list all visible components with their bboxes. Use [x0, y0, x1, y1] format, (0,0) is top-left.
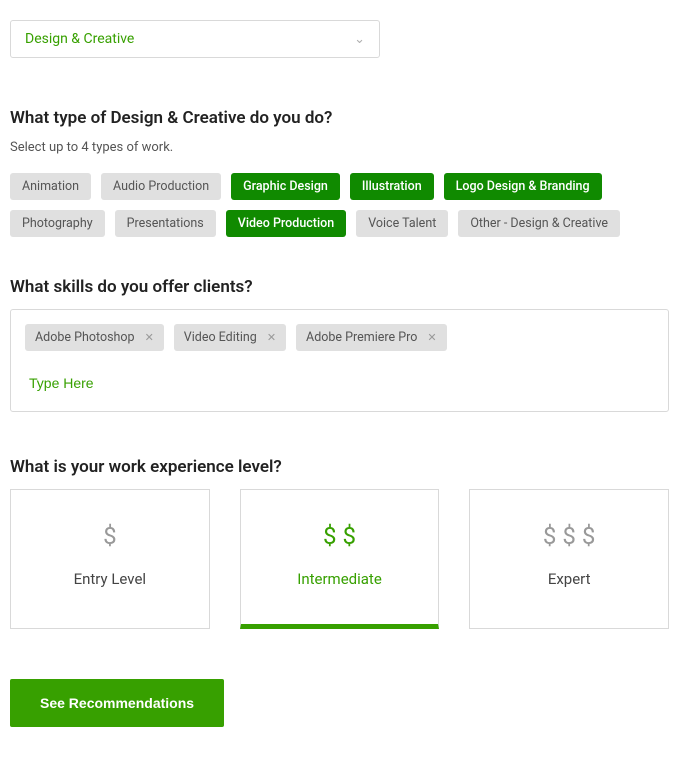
type-chip[interactable]: Audio Production [101, 173, 221, 200]
type-chip[interactable]: Illustration [350, 173, 434, 200]
see-recommendations-button[interactable]: See Recommendations [10, 679, 224, 727]
dropdown-label: Design & Creative [25, 31, 134, 47]
type-section-title: What type of Design & Creative do you do… [10, 108, 669, 128]
type-chip[interactable]: Animation [10, 173, 91, 200]
skill-tag[interactable]: Adobe Premiere Pro ✕ [296, 324, 447, 351]
type-chip[interactable]: Voice Talent [356, 210, 448, 237]
experience-label: Intermediate [251, 570, 429, 588]
experience-label: Entry Level [21, 570, 199, 588]
dollar-icon: $ [343, 522, 357, 550]
dollar-row: $ [21, 522, 199, 550]
experience-card[interactable]: $$$Expert [469, 489, 669, 629]
skill-tag[interactable]: Video Editing ✕ [174, 324, 286, 351]
type-chip[interactable]: Other - Design & Creative [458, 210, 620, 237]
dollar-icon: $ [323, 522, 337, 550]
dollar-icon: $ [562, 522, 576, 550]
type-chip[interactable]: Logo Design & Branding [444, 173, 602, 200]
experience-section-title: What is your work experience level? [10, 457, 669, 477]
type-section-subtext: Select up to 4 types of work. [10, 140, 669, 155]
type-chip[interactable]: Presentations [115, 210, 216, 237]
dollar-icon: $ [543, 522, 557, 550]
skills-tags-row: Adobe Photoshop✕Video Editing✕Adobe Prem… [25, 324, 654, 351]
skill-tag-label: Video Editing [184, 330, 257, 345]
skill-tag[interactable]: Adobe Photoshop ✕ [25, 324, 164, 351]
experience-card[interactable]: $ Entry Level [10, 489, 210, 629]
dollar-row: $$ [251, 522, 429, 550]
type-chip[interactable]: Graphic Design [231, 173, 340, 200]
dollar-icon: $ [103, 522, 117, 550]
skill-tag-label: Adobe Photoshop [35, 330, 135, 345]
category-dropdown[interactable]: Design & Creative ⌄ [10, 20, 380, 58]
skills-box[interactable]: Adobe Photoshop✕Video Editing✕Adobe Prem… [10, 309, 669, 412]
experience-label: Expert [480, 570, 658, 588]
remove-skill-icon[interactable]: ✕ [427, 331, 436, 344]
type-chip-row: Animation Audio Production Graphic Design I… [10, 173, 669, 237]
skills-section-title: What skills do you offer clients? [10, 277, 669, 297]
remove-skill-icon[interactable]: ✕ [267, 331, 276, 344]
dollar-row: $$$ [480, 522, 658, 550]
dollar-icon: $ [582, 522, 596, 550]
skills-input[interactable] [25, 369, 654, 397]
skill-tag-label: Adobe Premiere Pro [306, 330, 417, 345]
type-chip[interactable]: Photography [10, 210, 105, 237]
remove-skill-icon[interactable]: ✕ [145, 331, 154, 344]
experience-row: $Entry Level$$Intermediate$$$Expert [10, 489, 669, 629]
experience-card[interactable]: $$ Intermediate [240, 489, 440, 629]
chevron-down-icon: ⌄ [354, 32, 365, 47]
type-chip[interactable]: Video Production [226, 210, 346, 237]
